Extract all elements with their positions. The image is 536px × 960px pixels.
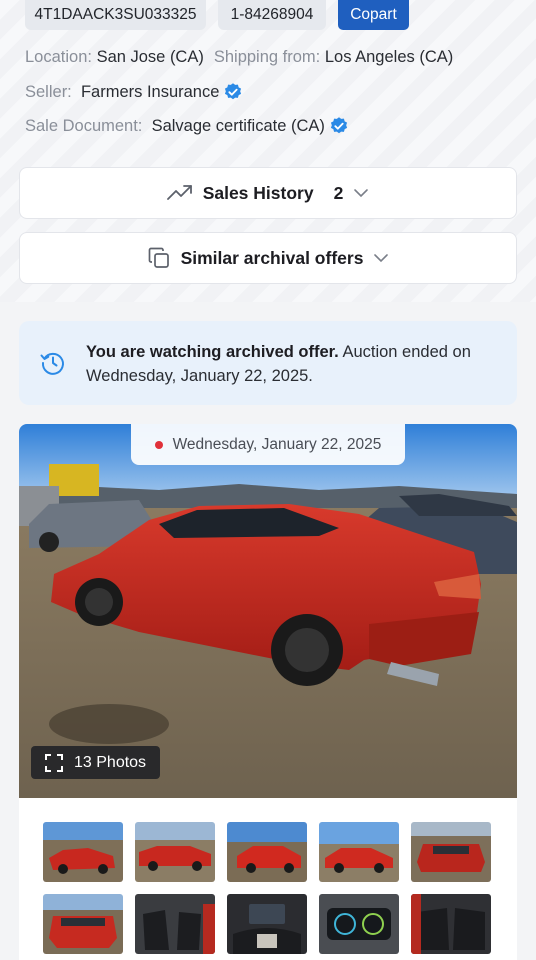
thumbnail-car-front-right[interactable] xyxy=(319,822,399,882)
main-vehicle-photo[interactable] xyxy=(19,424,517,798)
lot-summary: 4T1DAACK3SU033325 1-84268904 Copart Loca… xyxy=(0,0,536,302)
shipping-value: Los Angeles (CA) xyxy=(324,48,454,66)
status-dot xyxy=(154,440,163,449)
sales-history-count: 2 xyxy=(333,182,344,203)
thumbnail-car-front-left[interactable] xyxy=(43,822,123,882)
history-icon xyxy=(40,352,64,375)
sale-document-label: Sale Document: xyxy=(25,116,143,135)
identifier-chips: 4T1DAACK3SU033325 1-84268904 Copart xyxy=(25,0,409,30)
location-row: Location: San Jose (CA) Shipping from: L… xyxy=(25,48,453,67)
auction-date: Wednesday, January 22, 2025 xyxy=(172,435,382,453)
thumbnail-car-side[interactable] xyxy=(135,822,215,882)
archived-notice: You are watching archived offer. Auction… xyxy=(19,321,517,405)
thumbnail-dashboard-screen[interactable] xyxy=(227,894,307,954)
chevron-down-icon xyxy=(374,254,389,263)
archived-notice-title: You are watching archived offer. xyxy=(86,343,339,361)
shipping-label: Shipping from: xyxy=(213,48,321,66)
sales-history-label: Sales History xyxy=(202,182,314,203)
fullscreen-icon xyxy=(45,753,63,772)
auction-badge[interactable]: Copart xyxy=(338,0,409,30)
location-label: Location: xyxy=(25,48,92,66)
seller-row: Seller: Farmers Insurance xyxy=(25,82,243,102)
copy-icon xyxy=(148,247,169,268)
similar-offers-label: Similar archival offers xyxy=(180,247,364,268)
sale-document-row: Sale Document: Salvage certificate (CA) xyxy=(25,116,349,136)
verified-icon xyxy=(225,83,242,100)
similar-offers-accordion[interactable]: Similar archival offers xyxy=(19,232,517,284)
location-value: San Jose (CA) xyxy=(96,48,204,66)
archived-notice-text: You are watching archived offer. Auction… xyxy=(86,340,486,388)
photos-count-button[interactable]: 13 Photos xyxy=(31,746,160,779)
photos-count-label: 13 Photos xyxy=(74,753,147,771)
thumbnail-instrument-cluster[interactable] xyxy=(319,894,399,954)
auction-date-pill: Wednesday, January 22, 2025 xyxy=(131,424,405,465)
seller-label: Seller: xyxy=(25,82,72,101)
sale-document-value: Salvage certificate (CA) xyxy=(151,116,325,135)
vin-chip[interactable]: 4T1DAACK3SU033325 xyxy=(25,0,206,30)
sales-history-accordion[interactable]: Sales History 2 xyxy=(19,167,517,219)
verified-icon xyxy=(330,117,347,134)
photo-gallery: Wednesday, January 22, 2025 13 Photos xyxy=(19,424,517,960)
seller-value: Farmers Insurance xyxy=(80,82,220,101)
thumbnail-interior-rear[interactable] xyxy=(411,894,491,954)
trending-up-icon xyxy=(166,185,192,200)
thumbnail-car-front[interactable] xyxy=(411,822,491,882)
thumbnail-car-rear[interactable] xyxy=(43,894,123,954)
thumbnail-interior-front-seats[interactable] xyxy=(135,894,215,954)
thumbnail-car-rear-right[interactable] xyxy=(227,822,307,882)
lot-number-chip[interactable]: 1-84268904 xyxy=(218,0,326,30)
chevron-down-icon xyxy=(354,189,369,198)
